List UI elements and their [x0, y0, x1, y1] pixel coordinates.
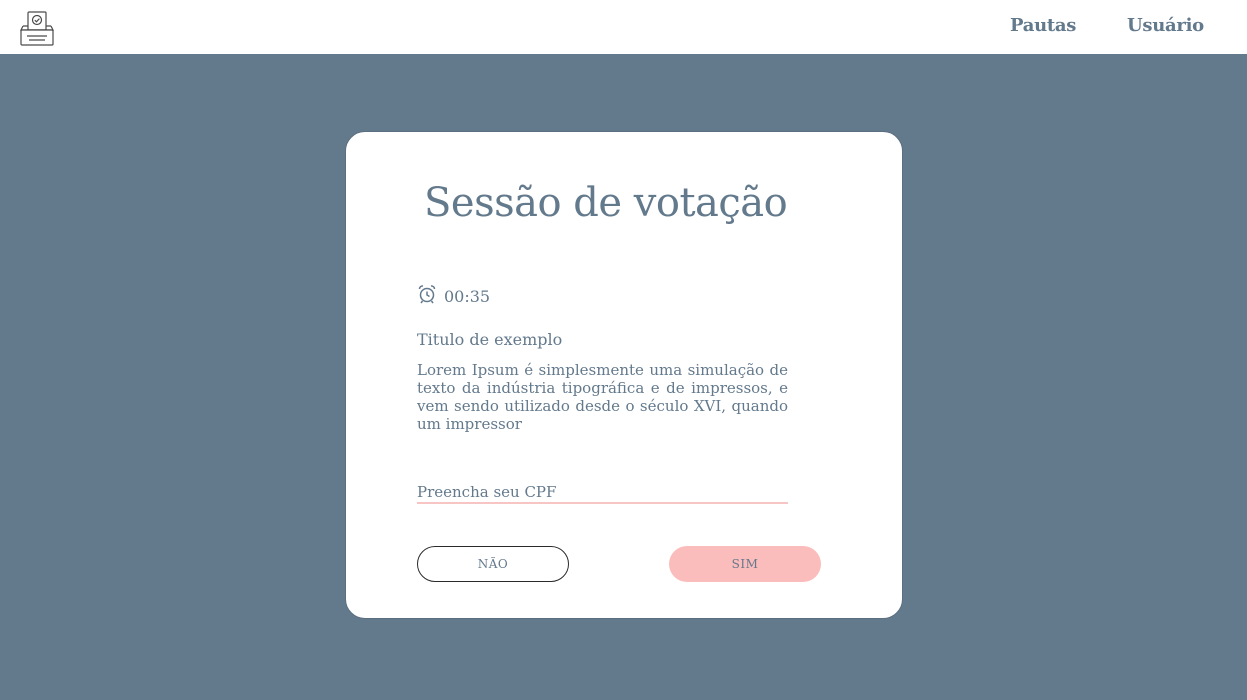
nav-link-usuario[interactable]: Usuário [1127, 15, 1204, 36]
nav-link-pautas[interactable]: Pautas [1010, 15, 1076, 36]
page-title: Sessão de votação [424, 180, 788, 226]
agenda-item-description: Lorem Ipsum é simplesmente uma simulação… [417, 361, 788, 433]
vote-yes-button[interactable]: SIM [669, 546, 821, 582]
alarm-clock-icon [417, 284, 437, 308]
cpf-input[interactable] [417, 482, 788, 504]
ballot-box-icon[interactable] [20, 10, 54, 46]
top-navbar: Pautas Usuário [0, 0, 1247, 54]
countdown-timer: 00:35 [417, 284, 490, 308]
timer-value: 00:35 [444, 286, 491, 306]
vote-no-button[interactable]: NÃO [417, 546, 569, 582]
agenda-item-title: Titulo de exemplo [417, 330, 563, 349]
voting-session-card: Sessão de votação 00:35 Titulo de exempl… [345, 131, 903, 619]
